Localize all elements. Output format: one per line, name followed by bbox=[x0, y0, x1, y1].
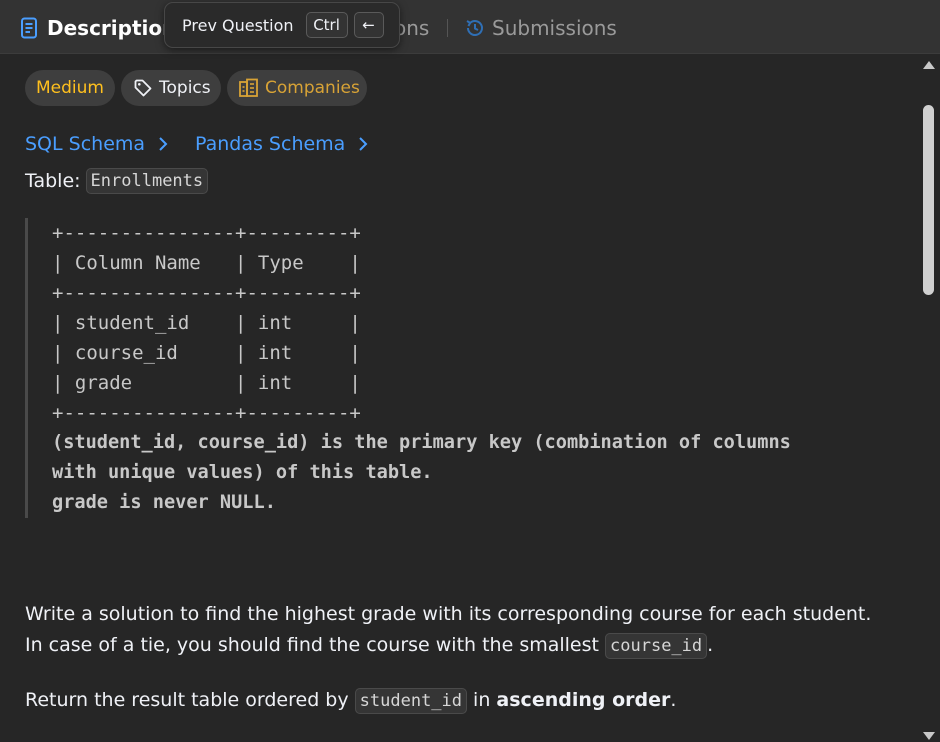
chevron-right-icon bbox=[159, 137, 168, 151]
problem-statement: Write a solution to find the highest gra… bbox=[25, 599, 885, 662]
problem-text: Write a solution to find the highest gra… bbox=[25, 603, 872, 656]
history-icon bbox=[466, 20, 483, 36]
problem-text: . bbox=[707, 634, 714, 656]
table-name-line: Table: Enrollments bbox=[25, 168, 209, 194]
emphasis-text: ascending order bbox=[496, 689, 671, 711]
ordering-text: Return the result table ordered by bbox=[25, 689, 355, 711]
tab-submissions-label: Submissions bbox=[492, 16, 617, 40]
description-panel: Medium Topics Companies SQL Schema Panda… bbox=[0, 55, 918, 742]
scrollbar-thumb[interactable] bbox=[923, 105, 934, 295]
tab-submissions[interactable]: Submissions bbox=[464, 12, 617, 44]
schema-line: | course_id | int | bbox=[52, 342, 361, 364]
vertical-scrollbar[interactable] bbox=[918, 55, 940, 742]
topics-label: Topics bbox=[159, 78, 211, 98]
tab-description[interactable]: Description bbox=[20, 12, 176, 44]
tab-bar: Description ons Submissions bbox=[0, 0, 940, 54]
schema-line: +---------------+---------+ bbox=[52, 282, 361, 304]
schema-note: (student_id, course_id) is the primary k… bbox=[52, 432, 791, 453]
inline-code: course_id bbox=[605, 633, 708, 659]
tooltip-label: Prev Question bbox=[182, 15, 294, 35]
pandas-schema-label: Pandas Schema bbox=[195, 133, 346, 155]
table-prefix: Table: bbox=[25, 170, 81, 192]
ordering-text: . bbox=[670, 689, 677, 711]
schema-line: | Column Name | Type | bbox=[52, 252, 361, 274]
schema-line: +---------------+---------+ bbox=[52, 222, 361, 244]
companies-button[interactable]: Companies bbox=[227, 70, 367, 106]
sql-schema-label: SQL Schema bbox=[25, 133, 146, 155]
ordering-instruction: Return the result table ordered by stude… bbox=[25, 685, 885, 717]
topics-button[interactable]: Topics bbox=[121, 70, 221, 106]
pandas-schema-link[interactable]: Pandas Schema bbox=[195, 133, 368, 155]
chevron-right-icon bbox=[359, 137, 368, 151]
ordering-text: in bbox=[467, 689, 497, 711]
building-icon bbox=[239, 78, 258, 97]
sql-schema-link[interactable]: SQL Schema bbox=[25, 133, 168, 155]
ctrl-key: Ctrl bbox=[305, 12, 348, 38]
schema-note: with unique values) of this table. bbox=[52, 462, 433, 483]
difficulty-label: Medium bbox=[36, 78, 104, 98]
table-name-code: Enrollments bbox=[85, 168, 209, 194]
companies-label: Companies bbox=[265, 78, 360, 98]
schema-note: grade is never NULL. bbox=[52, 492, 276, 513]
schema-line: | grade | int | bbox=[52, 372, 361, 394]
schema-line: +---------------+---------+ bbox=[52, 402, 361, 424]
inline-code: student_id bbox=[354, 688, 468, 714]
scroll-up-arrow-icon[interactable] bbox=[923, 61, 935, 69]
schema-line: | student_id | int | bbox=[52, 312, 361, 334]
document-icon bbox=[21, 17, 37, 39]
left-arrow-key: ← bbox=[353, 12, 384, 38]
tab-divider bbox=[447, 19, 448, 37]
scroll-down-arrow-icon[interactable] bbox=[923, 732, 935, 740]
difficulty-badge: Medium bbox=[25, 70, 115, 106]
prev-question-tooltip: Prev Question Ctrl ← bbox=[164, 2, 400, 48]
schema-block: +---------------+---------+ | Column Nam… bbox=[25, 218, 905, 518]
tab-description-label: Description bbox=[47, 16, 177, 40]
tag-icon bbox=[134, 79, 152, 97]
